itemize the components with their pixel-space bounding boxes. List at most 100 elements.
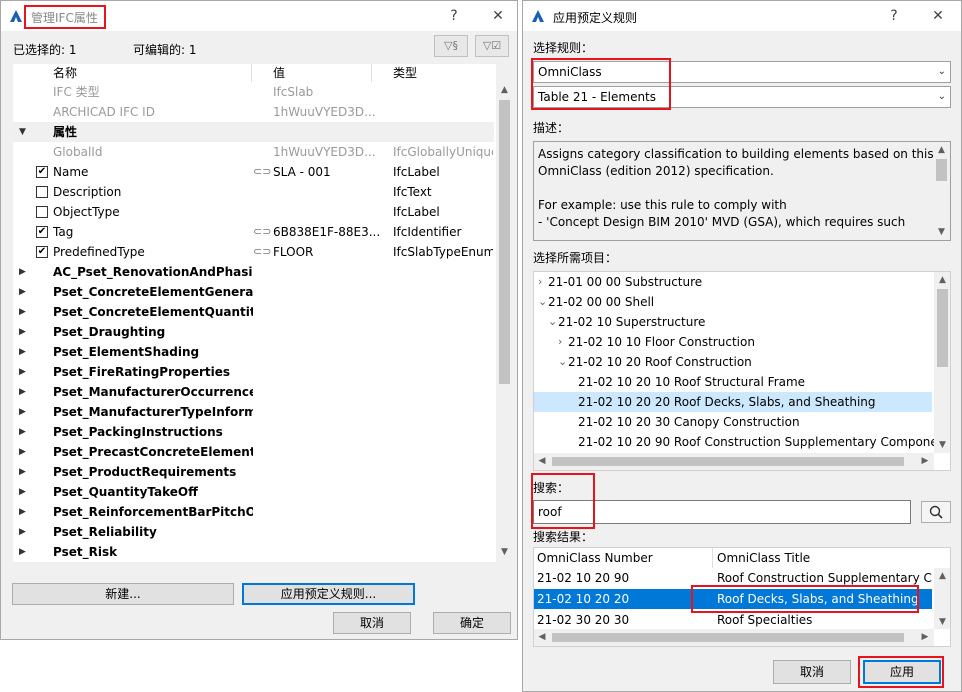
expand-right-icon[interactable]: ▶: [19, 302, 31, 322]
expand-right-icon[interactable]: ▶: [19, 382, 31, 402]
apply-predefined-rule-button[interactable]: 应用预定义规则...: [242, 583, 415, 605]
property-value[interactable]: FLOOR: [273, 242, 391, 262]
property-set-row[interactable]: ▶ Pset_PrecastConcreteElementG...: [13, 442, 494, 462]
property-row[interactable]: ✔ Name ⊂⊃ SLA - 001 IfcLabel: [13, 162, 494, 182]
scroll-up-arrow-icon[interactable]: ▲: [496, 82, 512, 98]
tree-item[interactable]: › 21-02 10 10 Floor Construction: [534, 332, 932, 352]
expand-right-icon[interactable]: ▶: [19, 322, 31, 342]
tree-item[interactable]: 21-02 10 20 90 Roof Construction Supplem…: [534, 432, 950, 452]
property-set-row[interactable]: ▶ AC_Pset_RenovationAndPhasing: [13, 262, 494, 282]
property-row[interactable]: IFC 类型 IfcSlab: [13, 82, 494, 102]
new-property-button[interactable]: 新建...: [12, 583, 234, 605]
tree-item[interactable]: ⌄ 21-02 10 20 Roof Construction: [534, 352, 932, 372]
expand-right-icon[interactable]: ▶: [19, 402, 31, 422]
property-value[interactable]: 1hWuuVYED3D...: [273, 102, 391, 122]
property-set-row[interactable]: ▶ Pset_ConcreteElementGeneral: [13, 282, 494, 302]
expand-right-icon[interactable]: ▶: [19, 282, 31, 302]
column-header-type[interactable]: 类型: [393, 64, 417, 82]
expand-right-icon[interactable]: ▶: [19, 442, 31, 462]
property-row[interactable]: ✔ Tag ⊂⊃ 6B838E1F-88E3... IfcIdentifier: [13, 222, 494, 242]
property-checkbox[interactable]: ✔: [36, 226, 48, 238]
help-icon[interactable]: ?: [883, 6, 905, 26]
tree-item[interactable]: 21-02 10 20 10 Roof Structural Frame: [534, 372, 932, 392]
tree-hscroll-thumb[interactable]: [552, 457, 904, 466]
property-value[interactable]: SLA - 001: [273, 162, 391, 182]
property-set-row[interactable]: ▶ Pset_FireRatingProperties: [13, 362, 494, 382]
tree-item[interactable]: 21-02 10 20 30 Canopy Construction: [534, 412, 932, 432]
scroll-down-arrow-icon[interactable]: ▼: [934, 614, 950, 630]
property-set-row[interactable]: ▶ Pset_ManufacturerTypeInform...: [13, 402, 494, 422]
column-header-value[interactable]: 值: [273, 64, 285, 82]
search-button[interactable]: [921, 501, 951, 523]
scroll-up-arrow-icon[interactable]: ▲: [933, 142, 950, 158]
property-row[interactable]: ObjectType IfcLabel: [13, 202, 494, 222]
scroll-down-arrow-icon[interactable]: ▼: [934, 437, 950, 453]
search-result-row[interactable]: 21-02 30 20 30 Roof Specialties: [534, 610, 932, 630]
tree-scrollbar[interactable]: ▲ ▼: [934, 272, 950, 453]
expand-right-icon[interactable]: ▶: [19, 522, 31, 542]
property-row[interactable]: ARCHICAD IFC ID 1hWuuVYED3D...: [13, 102, 494, 122]
results-scrollbar[interactable]: ▲ ▼: [934, 568, 950, 630]
description-scrollbar[interactable]: ▲ ▼: [933, 142, 950, 240]
property-value[interactable]: 1hWuuVYED3D...: [273, 142, 391, 162]
column-header-omniclass-title[interactable]: OmniClass Title: [717, 548, 810, 568]
property-set-row[interactable]: ▶ Pset_PackingInstructions: [13, 422, 494, 442]
property-set-row[interactable]: ▶ Pset_ReinforcementBarPitchOf...: [13, 502, 494, 522]
scroll-left-arrow-icon[interactable]: ◀: [534, 629, 550, 646]
results-horizontal-scrollbar[interactable]: ◀ ▶: [534, 629, 934, 646]
search-input[interactable]: roof: [533, 500, 911, 524]
property-set-row[interactable]: ▼ 属性: [13, 122, 494, 142]
property-checkbox[interactable]: ✔: [36, 246, 48, 258]
tree-scroll-thumb[interactable]: [937, 289, 948, 367]
column-header-omniclass-number[interactable]: OmniClass Number: [537, 548, 653, 568]
right-cancel-button[interactable]: 取消: [773, 660, 851, 684]
property-set-row[interactable]: ▶ Pset_QuantityTakeOff: [13, 482, 494, 502]
property-set-row[interactable]: ▶ Pset_Draughting: [13, 322, 494, 342]
property-set-row[interactable]: ▶ Pset_Reliability: [13, 522, 494, 542]
description-scroll-thumb[interactable]: [936, 159, 947, 181]
property-row[interactable]: Description IfcText: [13, 182, 494, 202]
tree-horizontal-scrollbar[interactable]: ◀ ▶: [534, 453, 934, 470]
close-icon[interactable]: ✕: [927, 6, 949, 26]
property-value[interactable]: 6B838E1F-88E3...: [273, 222, 391, 242]
expand-right-icon[interactable]: ▶: [19, 262, 31, 282]
tree-item[interactable]: ⌄ 21-02 00 00 Shell: [534, 292, 932, 312]
scroll-down-arrow-icon[interactable]: ▼: [496, 544, 512, 560]
property-value[interactable]: IfcSlab: [273, 82, 391, 102]
filter-properties-button[interactable]: ▽§: [434, 35, 468, 57]
expand-right-icon[interactable]: ▶: [19, 482, 31, 502]
properties-scroll-thumb[interactable]: [499, 100, 510, 384]
scroll-up-arrow-icon[interactable]: ▲: [934, 272, 950, 288]
property-set-row[interactable]: ▶ Pset_ProductRequirements: [13, 462, 494, 482]
search-result-row[interactable]: 21-02 10 20 90 Roof Construction Suppleme…: [534, 568, 932, 588]
tree-item[interactable]: › 21-01 00 00 Substructure: [534, 272, 932, 292]
property-checkbox[interactable]: [36, 206, 48, 218]
search-result-row[interactable]: 21-02 10 20 20 Roof Decks, Slabs, and She…: [534, 589, 932, 609]
scroll-left-arrow-icon[interactable]: ◀: [534, 453, 550, 470]
scroll-right-arrow-icon[interactable]: ▶: [917, 453, 933, 470]
property-row[interactable]: ✔ PredefinedType ⊂⊃ FLOOR IfcSlabTypeEnum: [13, 242, 494, 262]
expand-right-icon[interactable]: ▶: [19, 422, 31, 442]
apply-button[interactable]: 应用: [863, 660, 941, 684]
filter-checked-button[interactable]: ▽☑: [475, 35, 509, 57]
expand-right-icon[interactable]: ▶: [19, 502, 31, 522]
tree-item[interactable]: 21-02 10 20 20 Roof Decks, Slabs, and Sh…: [534, 392, 932, 412]
expand-right-icon[interactable]: ▶: [19, 362, 31, 382]
property-set-row[interactable]: ▶ Pset_ConcreteElementQuantity...: [13, 302, 494, 322]
property-set-row[interactable]: ▶ Pset_Risk: [13, 542, 494, 562]
scroll-up-arrow-icon[interactable]: ▲: [934, 568, 950, 584]
column-header-name[interactable]: 名称: [53, 64, 77, 82]
properties-scrollbar[interactable]: ▲ ▼: [496, 64, 512, 562]
property-set-row[interactable]: ▶ Pset_ElementShading: [13, 342, 494, 362]
rule-dropdown[interactable]: OmniClass ⌄: [533, 61, 951, 83]
table-dropdown[interactable]: Table 21 - Elements ⌄: [533, 86, 951, 108]
expand-right-icon[interactable]: ▶: [19, 462, 31, 482]
property-checkbox[interactable]: [36, 186, 48, 198]
scroll-right-arrow-icon[interactable]: ▶: [917, 629, 933, 646]
tree-item[interactable]: ⌄ 21-02 10 Superstructure: [534, 312, 932, 332]
close-icon[interactable]: ✕: [487, 6, 509, 26]
expand-right-icon[interactable]: ▶: [19, 542, 31, 562]
ok-button[interactable]: 确定: [433, 612, 511, 634]
property-checkbox[interactable]: ✔: [36, 166, 48, 178]
expand-down-icon[interactable]: ▼: [19, 122, 31, 142]
